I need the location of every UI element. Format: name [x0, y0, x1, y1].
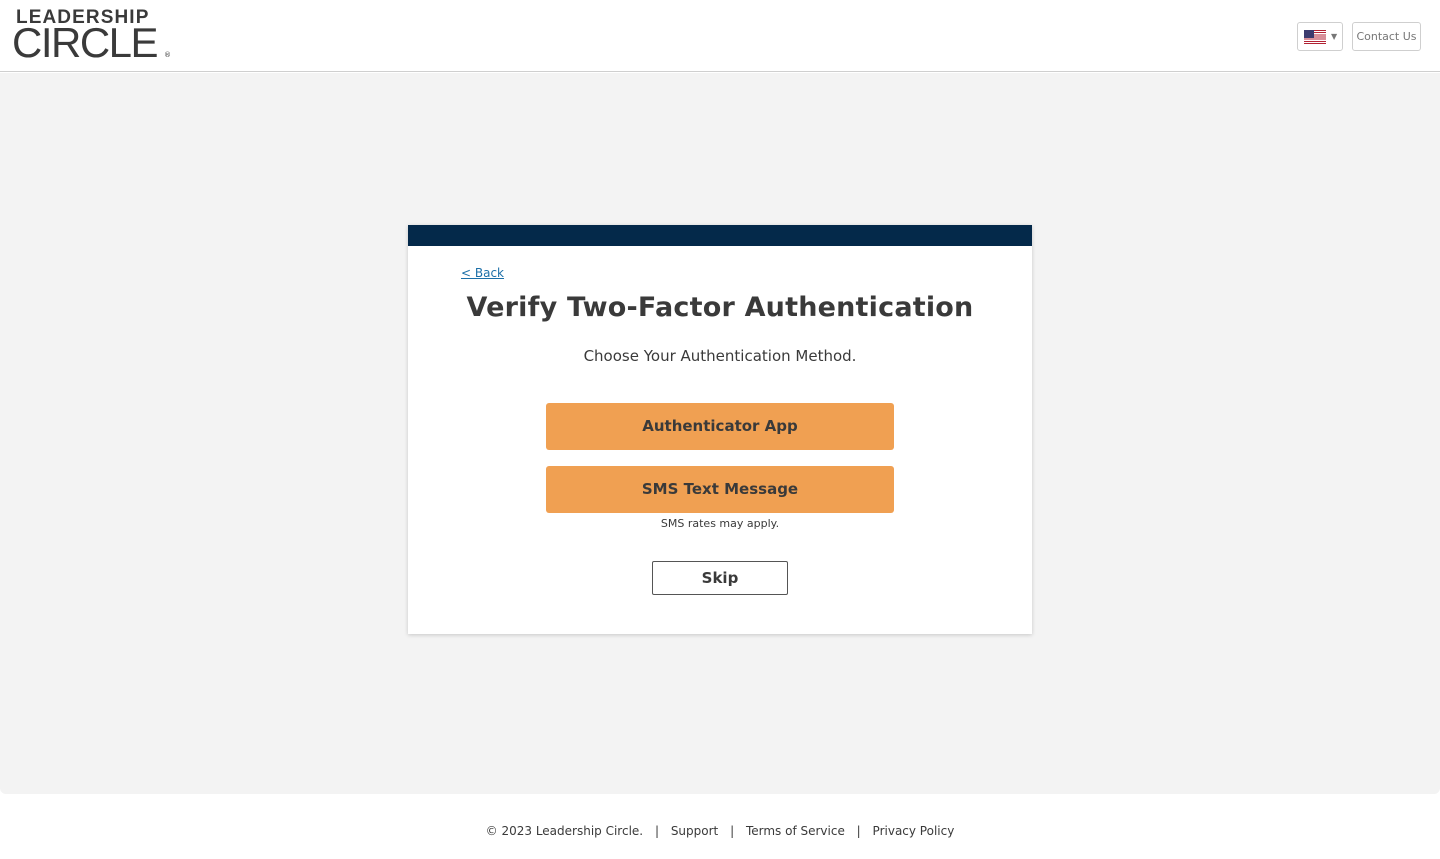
footer-separator: | [856, 824, 861, 838]
skip-button[interactable]: Skip [652, 561, 788, 595]
logo-registered-mark: ® [164, 51, 171, 59]
footer-separator: | [654, 824, 659, 838]
chevron-down-icon: ▼ [1331, 32, 1338, 41]
card-header-bar [408, 225, 1032, 246]
flag-canton [1304, 30, 1314, 38]
footer-link-terms[interactable]: Terms of Service [746, 820, 845, 842]
sms-text-message-button[interactable]: SMS Text Message [546, 466, 894, 513]
footer-separator: | [730, 824, 735, 838]
footer-link-support[interactable]: Support [671, 820, 718, 842]
leadership-circle-logo[interactable]: LEADERSHIP CIRCLE ® [12, 8, 174, 66]
logo-text-bottom: CIRCLE [12, 19, 159, 66]
authenticator-app-button[interactable]: Authenticator App [546, 403, 894, 450]
sms-rates-note: SMS rates may apply. [660, 517, 780, 530]
back-link[interactable]: < Back [461, 266, 504, 280]
page-title: Verify Two-Factor Authentication [466, 292, 974, 323]
footer-link-privacy[interactable]: Privacy Policy [873, 820, 955, 842]
two-factor-card: < Back Verify Two-Factor Authentication … [408, 225, 1032, 634]
language-selector[interactable]: ▼ [1297, 22, 1343, 51]
footer-copyright: © 2023 Leadership Circle. [485, 824, 644, 838]
site-header: LEADERSHIP CIRCLE ® ▼ Contact Us [0, 0, 1440, 72]
us-flag-icon [1304, 30, 1326, 44]
main-content: < Back Verify Two-Factor Authentication … [0, 73, 1440, 794]
contact-us-button[interactable]: Contact Us [1352, 22, 1421, 51]
site-footer: © 2023 Leadership Circle. | Support | Te… [0, 820, 1440, 842]
page-subtitle: Choose Your Authentication Method. [583, 347, 857, 365]
